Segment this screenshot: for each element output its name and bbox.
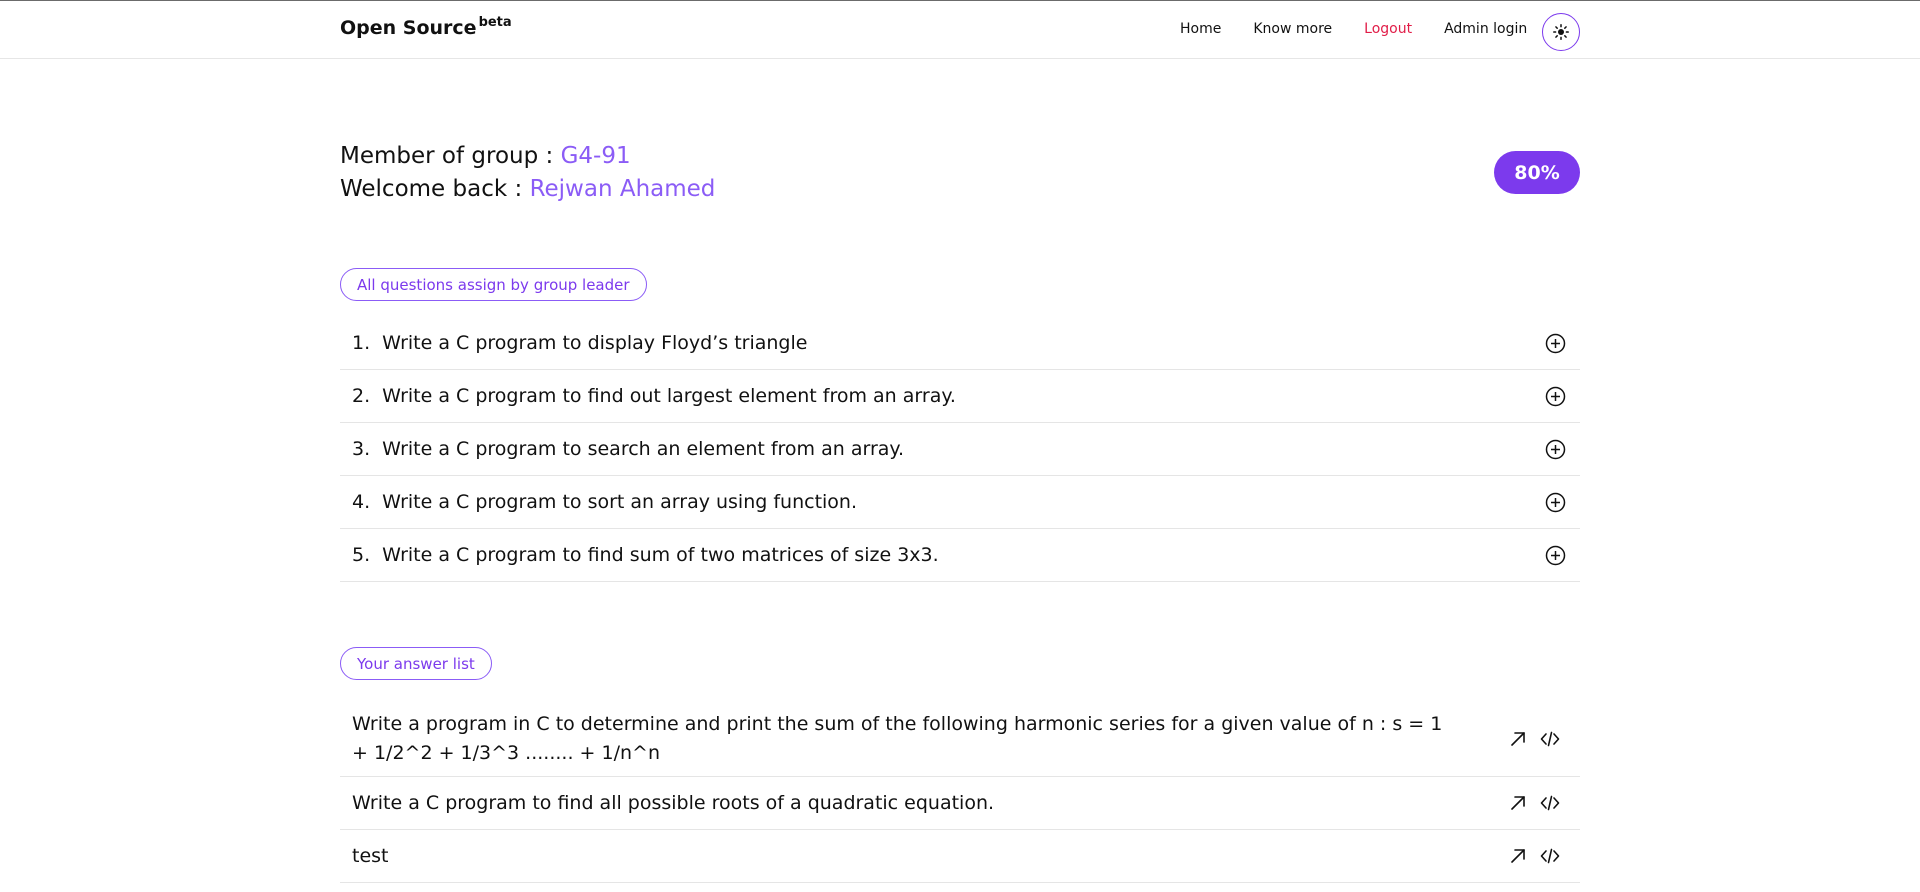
question-number: 3. xyxy=(352,438,371,460)
code-icon[interactable] xyxy=(1540,729,1560,749)
welcome-line: Welcome back : Rejwan Ahamed xyxy=(340,173,715,206)
theme-toggle-button[interactable] xyxy=(1542,13,1580,51)
nav-admin-login[interactable]: Admin login xyxy=(1444,21,1527,37)
question-text: Write a C program to search an element f… xyxy=(382,438,904,460)
group-label: Member of group : xyxy=(340,143,561,169)
answer-actions xyxy=(1508,729,1560,749)
answer-text: Write a program in C to determine and pr… xyxy=(352,713,1443,764)
question-row[interactable]: 2. Write a C program to find out largest… xyxy=(340,370,1580,423)
questions-section-pill: All questions assign by group leader xyxy=(340,268,647,301)
beta-badge: beta xyxy=(478,15,512,30)
arrow-up-right-icon[interactable] xyxy=(1508,729,1528,749)
nav-home[interactable]: Home xyxy=(1180,21,1221,37)
arrow-up-right-icon[interactable] xyxy=(1508,793,1528,813)
group-line: Member of group : G4-91 xyxy=(340,140,715,173)
code-icon[interactable] xyxy=(1540,793,1560,813)
plus-circle-icon[interactable] xyxy=(1545,333,1566,354)
answer-text: test xyxy=(352,844,389,867)
answer-actions xyxy=(1508,793,1560,813)
plus-circle-icon[interactable] xyxy=(1545,386,1566,407)
group-value: G4-91 xyxy=(560,143,631,169)
main-nav: Home Know more Logout Admin login xyxy=(1180,21,1559,37)
questions-list: 1. Write a C program to display Floyd’s … xyxy=(340,317,1580,582)
question-number: 1. xyxy=(352,332,371,354)
question-number: 2. xyxy=(352,385,371,407)
brand-logo[interactable]: Open Source beta xyxy=(340,15,512,39)
welcome-block: Member of group : G4-91 Welcome back : R… xyxy=(340,140,715,206)
nav-know-more[interactable]: Know more xyxy=(1253,21,1332,37)
answer-actions xyxy=(1508,846,1560,866)
question-text: Write a C program to find sum of two mat… xyxy=(382,544,939,566)
welcome-label: Welcome back : xyxy=(340,176,530,202)
plus-circle-icon[interactable] xyxy=(1545,439,1566,460)
question-number: 4. xyxy=(352,491,371,513)
answer-row: Write a program in C to determine and pr… xyxy=(340,702,1580,777)
answer-row: Write a C program to find all possible r… xyxy=(340,777,1580,830)
navbar: Open Source beta Home Know more Logout Ad… xyxy=(0,1,1920,59)
code-icon[interactable] xyxy=(1540,846,1560,866)
question-text: Write a C program to sort an array using… xyxy=(382,491,858,513)
question-row[interactable]: 4. Write a C program to sort an array us… xyxy=(340,476,1580,529)
question-row[interactable]: 5. Write a C program to find sum of two … xyxy=(340,529,1580,582)
answer-text: Write a C program to find all possible r… xyxy=(352,791,995,814)
brand-name: Open Source xyxy=(340,17,477,39)
answers-list: Write a program in C to determine and pr… xyxy=(340,702,1580,883)
question-number: 5. xyxy=(352,544,371,566)
plus-circle-icon[interactable] xyxy=(1545,545,1566,566)
sun-icon xyxy=(1553,24,1569,40)
question-text: Write a C program to display Floyd’s tri… xyxy=(382,332,808,354)
nav-logout[interactable]: Logout xyxy=(1364,21,1412,37)
progress-badge: 80% xyxy=(1494,151,1580,194)
question-row[interactable]: 3. Write a C program to search an elemen… xyxy=(340,423,1580,476)
answer-row: test xyxy=(340,830,1580,883)
plus-circle-icon[interactable] xyxy=(1545,492,1566,513)
question-text: Write a C program to find out largest el… xyxy=(382,385,956,407)
question-row[interactable]: 1. Write a C program to display Floyd’s … xyxy=(340,317,1580,370)
answers-section-pill: Your answer list xyxy=(340,647,492,680)
arrow-up-right-icon[interactable] xyxy=(1508,846,1528,866)
user-name: Rejwan Ahamed xyxy=(529,176,716,202)
